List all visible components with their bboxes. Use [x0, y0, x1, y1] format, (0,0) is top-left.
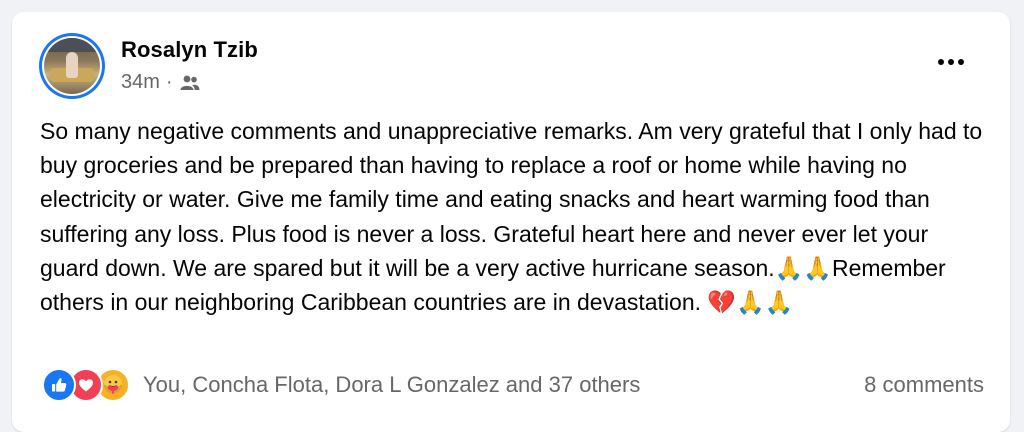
- post-card: Rosalyn Tzib 34m · So many negative comm…: [12, 12, 1010, 432]
- avatar[interactable]: [39, 33, 105, 99]
- author-name[interactable]: Rosalyn Tzib: [121, 37, 258, 63]
- meta-separator: ·: [165, 71, 173, 93]
- comments-count[interactable]: 8 comments: [864, 372, 984, 398]
- friends-icon[interactable]: [179, 74, 201, 92]
- reaction-icons[interactable]: You, Concha Flota, Dora L Gonzalez and 3…: [42, 368, 640, 402]
- more-options-icon[interactable]: [934, 50, 968, 74]
- post-time[interactable]: 34m: [121, 71, 160, 94]
- like-icon: [42, 368, 76, 402]
- reactions-summary[interactable]: You, Concha Flota, Dora L Gonzalez and 3…: [143, 372, 640, 398]
- avatar-photo: [44, 38, 100, 94]
- post-meta: 34m ·: [121, 71, 201, 94]
- reactions-bar: You, Concha Flota, Dora L Gonzalez and 3…: [42, 368, 984, 402]
- post-text: So many negative comments and unapprecia…: [40, 118, 983, 316]
